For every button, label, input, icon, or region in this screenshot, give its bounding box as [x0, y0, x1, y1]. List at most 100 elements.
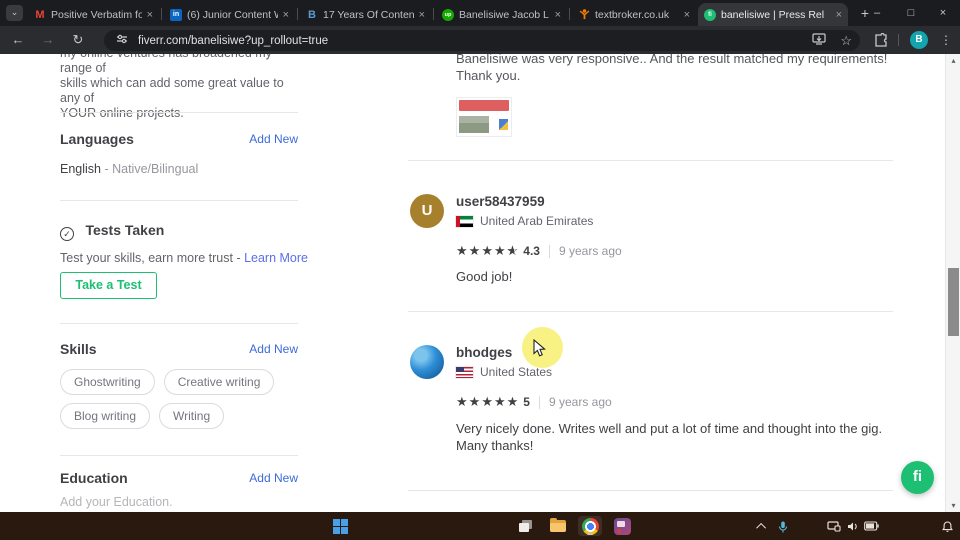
file-explorer-button[interactable]: [546, 516, 570, 536]
active-app-indicator: [587, 533, 593, 535]
rating-value: 4.3: [523, 244, 540, 258]
tab-separator: [297, 8, 298, 20]
skills-row-1: Ghostwriting Creative writing: [60, 369, 274, 395]
microphone-icon[interactable]: [777, 521, 789, 533]
start-button[interactable]: [328, 516, 352, 536]
review-partial-text: Thank you.: [456, 67, 901, 84]
review-text: Good job!: [456, 268, 901, 285]
notification-bell-icon[interactable]: [942, 521, 953, 533]
fiverr-chat-fab[interactable]: fi: [901, 461, 934, 494]
forward-button[interactable]: →: [38, 30, 58, 50]
skill-pill[interactable]: Creative writing: [164, 369, 275, 395]
chevron-up-icon: [756, 522, 766, 532]
close-icon[interactable]: ×: [836, 9, 842, 21]
close-icon[interactable]: ×: [147, 9, 153, 21]
languages-section-header: Languages Add New: [60, 131, 298, 147]
pinned-app-button[interactable]: [610, 516, 634, 536]
divider: [60, 200, 298, 201]
close-icon[interactable]: ×: [283, 9, 289, 21]
browser-menu-icon[interactable]: ⋮: [938, 30, 954, 50]
reviewer-country: United States: [456, 365, 552, 379]
tab-gmail[interactable]: M Positive Verbatim for ×: [28, 3, 159, 26]
review-partial-text: Banelisiwe was very responsive.. And the…: [456, 54, 901, 67]
review-attachment-thumbnail[interactable]: [456, 97, 512, 137]
reviewer-avatar[interactable]: U: [410, 194, 444, 228]
test-check-icon: ✓: [60, 227, 74, 241]
tab-title: banelisiwe | Press Rel: [721, 9, 831, 21]
skills-section-header: Skills Add New: [60, 341, 298, 357]
page-content: my online ventures has broadened my rang…: [0, 54, 960, 512]
browser-profile-avatar[interactable]: B: [910, 31, 928, 49]
window-close-button[interactable]: ×: [926, 0, 960, 26]
thumbnail-banner: [459, 100, 509, 111]
close-icon[interactable]: ×: [419, 9, 425, 21]
review-text: Many thanks!: [456, 437, 901, 454]
tab-title: 17 Years Of Content: [323, 9, 414, 21]
languages-title: Languages: [60, 131, 134, 147]
education-title: Education: [60, 470, 128, 486]
skill-pill[interactable]: Writing: [159, 403, 224, 429]
divider: [60, 112, 298, 113]
scroll-up-icon[interactable]: ▴: [946, 56, 960, 65]
tab-title: textbroker.co.uk: [595, 9, 679, 21]
bookmark-star-icon[interactable]: ☆: [840, 33, 852, 49]
skill-pill[interactable]: Blog writing: [60, 403, 150, 429]
tab-title: Positive Verbatim for: [51, 9, 142, 21]
tab-fiverr-active[interactable]: fi banelisiwe | Press Rel ×: [698, 3, 848, 26]
divider: [549, 245, 550, 258]
site-settings-icon[interactable]: [116, 32, 128, 50]
reviewer-avatar[interactable]: [410, 345, 444, 379]
divider: [408, 490, 893, 491]
reviewer-country: United Arab Emirates: [456, 214, 593, 228]
scrollbar-thumb[interactable]: [948, 268, 959, 336]
extensions-icon[interactable]: [874, 33, 888, 52]
battery-icon[interactable]: [864, 521, 879, 531]
chevron-down-icon[interactable]: ⌄: [6, 5, 23, 21]
reload-button[interactable]: ↻: [68, 30, 88, 50]
us-flag-icon: [456, 367, 473, 378]
skills-add-new-link[interactable]: Add New: [249, 342, 298, 356]
mouse-cursor: [533, 339, 547, 363]
install-icon[interactable]: [812, 32, 826, 50]
tab-textbroker[interactable]: textbroker.co.uk ×: [572, 3, 696, 26]
task-view-icon: [519, 520, 533, 532]
tab-blog[interactable]: B 17 Years Of Content ×: [300, 3, 431, 26]
url-text[interactable]: fiverr.com/banelisiwe?up_rollout=true: [138, 35, 328, 47]
divider: [60, 323, 298, 324]
tab-linkedin[interactable]: in (6) Junior Content W ×: [164, 3, 295, 26]
reviewer-username[interactable]: user58437959: [456, 194, 545, 209]
learn-more-link[interactable]: Learn More: [244, 251, 308, 265]
chrome-button[interactable]: [578, 516, 602, 536]
review-text: Very nicely done. Writes well and put a …: [456, 420, 901, 437]
review-rating-row: ★★★★★ 5 9 years ago: [456, 394, 612, 410]
task-view-button[interactable]: [514, 516, 538, 536]
speaker-icon[interactable]: [847, 521, 859, 532]
window-minimize-button[interactable]: –: [860, 0, 894, 26]
skill-pill[interactable]: Ghostwriting: [60, 369, 155, 395]
back-button[interactable]: ←: [8, 30, 28, 50]
divider: [60, 455, 298, 456]
app-icon: [614, 518, 631, 535]
close-icon[interactable]: ×: [684, 9, 690, 21]
language-entry: English - Native/Bilingual: [60, 162, 198, 176]
network-icon[interactable]: [827, 521, 841, 532]
divider: [408, 160, 893, 161]
window-maximize-button[interactable]: □: [894, 0, 928, 26]
languages-add-new-link[interactable]: Add New: [249, 132, 298, 146]
address-bar[interactable]: fiverr.com/banelisiwe?up_rollout=true ☆: [104, 30, 860, 51]
take-a-test-button[interactable]: Take a Test: [60, 272, 157, 299]
browser-tab-strip: ⌄ M Positive Verbatim for × in (6) Junio…: [0, 0, 960, 26]
education-section-header: Education Add New: [60, 470, 298, 486]
divider: [539, 396, 540, 409]
tab-separator: [569, 8, 570, 20]
tray-overflow-button[interactable]: [750, 516, 774, 536]
star-rating-icons: ★★★★★: [456, 394, 519, 410]
page-scrollbar[interactable]: ▴ ▾: [945, 54, 960, 512]
education-add-new-link[interactable]: Add New: [249, 471, 298, 485]
reviewer-username[interactable]: bhodges: [456, 345, 512, 360]
tab-separator: [161, 8, 162, 20]
review-rating-row: ★★★★★☆ 4.3 9 years ago: [456, 243, 622, 259]
tab-upwork[interactable]: up Banelisiwe Jacob L ×: [436, 3, 567, 26]
scroll-down-icon[interactable]: ▾: [946, 501, 960, 510]
close-icon[interactable]: ×: [555, 9, 561, 21]
